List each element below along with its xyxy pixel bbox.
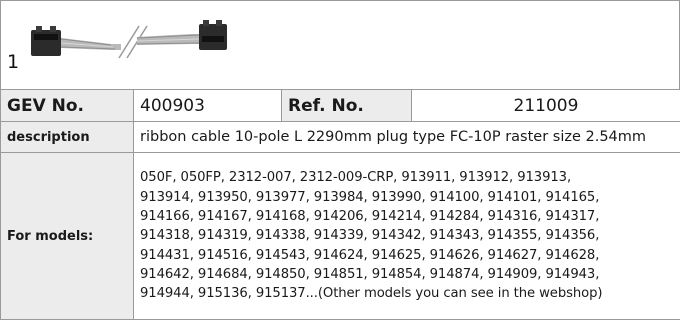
description-label: description	[0, 121, 134, 153]
gev-row: GEV No. 400903 Ref. No. 211009	[0, 89, 680, 122]
spare-part-sheet: 1 GEV No. 400903 Ref. No. 211009 descrip…	[0, 0, 680, 320]
models-line: 914642, 914684, 914850, 914851, 914854, …	[140, 266, 600, 282]
models-line: 914431, 914516, 914543, 914624, 914625, …	[140, 247, 600, 263]
description-row: description ribbon cable 10-pole L 2290m…	[0, 121, 680, 153]
models-list: 050F, 050FP, 2312-007, 2312-009-CRP, 913…	[133, 152, 680, 320]
item-number: 1	[7, 51, 20, 73]
models-line: 913914, 913950, 913977, 913984, 913990, …	[140, 189, 600, 205]
product-image-cell: 1	[0, 0, 680, 90]
models-line: 914166, 914167, 914168, 914206, 914214, …	[140, 209, 600, 225]
gev-label: GEV No.	[0, 89, 134, 122]
spec-table: GEV No. 400903 Ref. No. 211009 descripti…	[0, 89, 680, 320]
models-row: For models: 050F, 050FP, 2312-007, 2312-…	[0, 152, 680, 320]
ribbon-cable-image	[31, 20, 227, 59]
models-line: 050F, 050FP, 2312-007, 2312-009-CRP, 913…	[140, 170, 572, 186]
gev-value: 400903	[133, 89, 282, 122]
ref-value: 211009	[411, 89, 680, 122]
description-value: ribbon cable 10-pole L 2290mm plug type …	[133, 121, 680, 153]
ref-label: Ref. No.	[281, 89, 412, 122]
models-label: For models:	[0, 152, 134, 320]
models-line: 914944, 915136, 915137...(Other models y…	[140, 286, 603, 302]
models-line: 914318, 914319, 914338, 914339, 914342, …	[140, 228, 600, 244]
